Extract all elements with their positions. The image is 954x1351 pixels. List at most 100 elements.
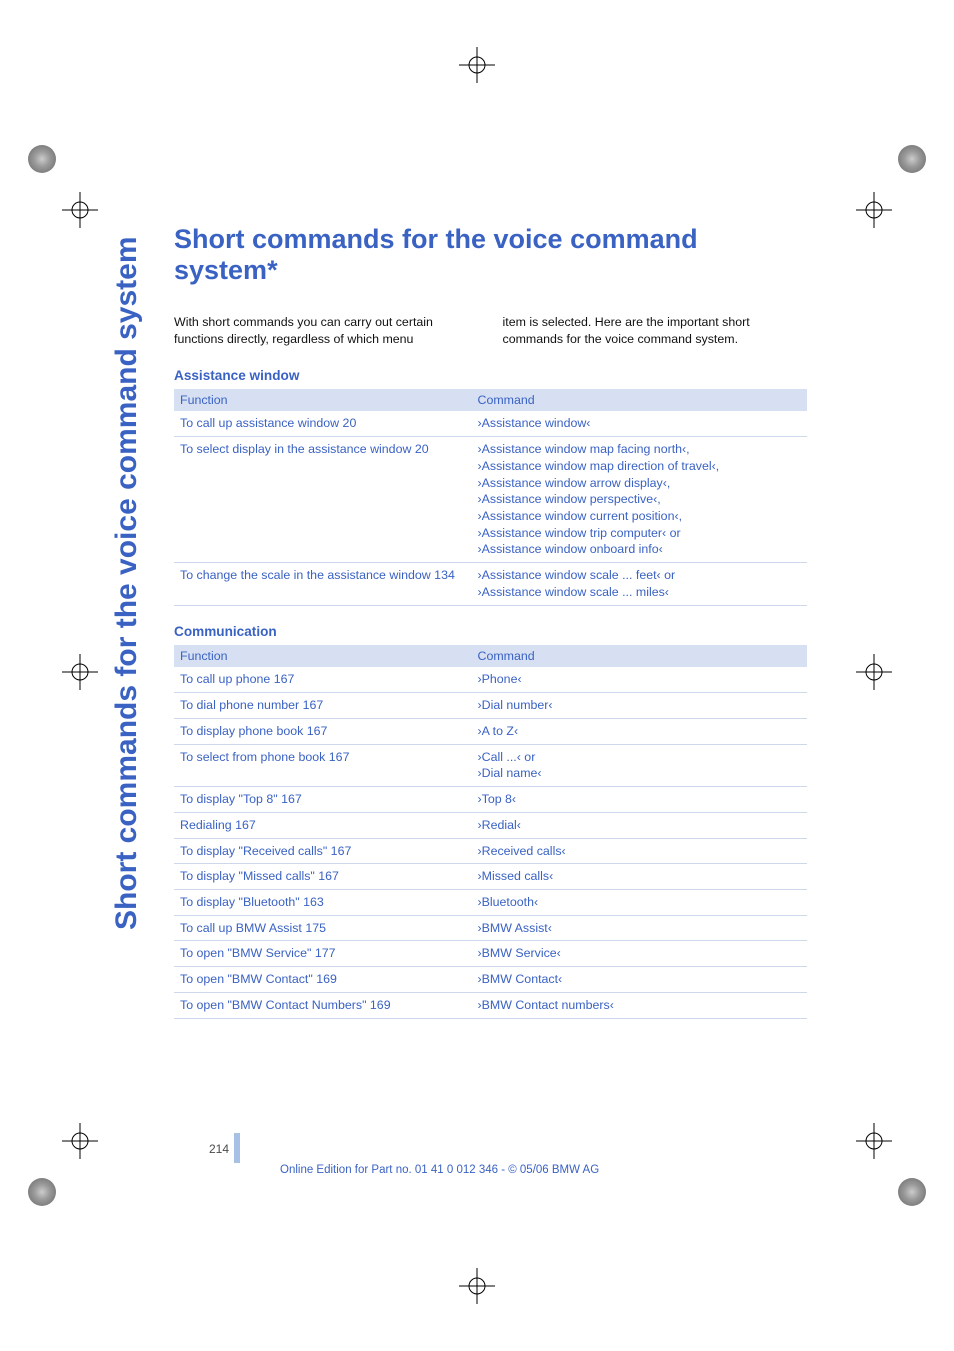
page-ref-link[interactable]: 167 bbox=[318, 869, 339, 883]
page-ref-link[interactable]: 167 bbox=[303, 698, 324, 712]
th-function: Function bbox=[174, 645, 472, 668]
section-communication: Communication Function Command To call u… bbox=[174, 624, 807, 1019]
command-text: ›BMW Service‹ bbox=[478, 946, 561, 960]
page-ref-link[interactable]: 20 bbox=[343, 416, 357, 430]
table-row: To display "Top 8" 167›Top 8‹ bbox=[174, 787, 807, 813]
crop-corner-icon bbox=[28, 1178, 56, 1206]
command-text: ›Assistance window trip computer‹ or bbox=[478, 526, 681, 540]
crop-corner-icon bbox=[898, 1178, 926, 1206]
command-text: ›Redial‹ bbox=[478, 818, 521, 832]
registration-mark-icon bbox=[459, 1268, 495, 1304]
cell-function: To dial phone number 167 bbox=[174, 693, 472, 719]
cell-command: ›Assistance window scale ... feet‹ or ›As… bbox=[472, 563, 808, 605]
function-text: To display phone book bbox=[180, 724, 307, 738]
cell-function: To display "Bluetooth" 163 bbox=[174, 889, 472, 915]
function-text: To display "Missed calls" bbox=[180, 869, 318, 883]
command-text: ›Assistance window map direction of trav… bbox=[478, 459, 720, 473]
heading-communication: Communication bbox=[174, 624, 807, 639]
table-row: To open "BMW Contact Numbers" 169›BMW Co… bbox=[174, 992, 807, 1018]
function-text: To call up BMW Assist bbox=[180, 921, 305, 935]
command-text: ›Assistance window perspective‹, bbox=[478, 492, 661, 506]
command-text: ›Assistance window‹ bbox=[478, 416, 591, 430]
command-text: ›Call ...‹ or bbox=[478, 750, 536, 764]
footer-text: Online Edition for Part no. 01 41 0 012 … bbox=[280, 1164, 599, 1176]
cell-command: ›Call ...‹ or ›Dial name‹ bbox=[472, 744, 808, 786]
function-text: To dial phone number bbox=[180, 698, 303, 712]
section-assistance: Assistance window Function Command To ca… bbox=[174, 368, 807, 606]
function-text: To change the scale in the assistance wi… bbox=[180, 568, 434, 582]
table-row: To open "BMW Service" 177 ›BMW Service‹ bbox=[174, 941, 807, 967]
registration-mark-icon bbox=[856, 1123, 892, 1159]
page-title: Short commands for the voice command sys… bbox=[174, 224, 807, 286]
cell-command: ›BMW Contact‹ bbox=[472, 967, 808, 993]
cell-function: To display "Received calls" 167 bbox=[174, 838, 472, 864]
crop-corner-icon bbox=[898, 145, 926, 173]
side-tab-text: Short commands for the voice command sys… bbox=[110, 230, 144, 930]
function-text: To display "Bluetooth" bbox=[180, 895, 303, 909]
function-text: To call up phone bbox=[180, 672, 274, 686]
cell-command: ›Bluetooth‹ bbox=[472, 889, 808, 915]
table-row: To call up phone 167 ›Phone‹ bbox=[174, 667, 807, 692]
cell-command: ›Received calls‹ bbox=[472, 838, 808, 864]
registration-mark-icon bbox=[62, 192, 98, 228]
page-ref-link[interactable]: 167 bbox=[307, 724, 328, 738]
table-row: To display "Bluetooth" 163 ›Bluetooth‹ bbox=[174, 889, 807, 915]
function-text: To call up assistance window bbox=[180, 416, 343, 430]
page-ref-link[interactable]: 167 bbox=[331, 844, 352, 858]
cell-command: ›A to Z‹ bbox=[472, 718, 808, 744]
command-text: ›A to Z‹ bbox=[478, 724, 519, 738]
cell-command: ›Missed calls‹ bbox=[472, 864, 808, 890]
cell-function: To display phone book 167 bbox=[174, 718, 472, 744]
page-ref-link[interactable]: 177 bbox=[315, 946, 336, 960]
function-text: Redialing bbox=[180, 818, 235, 832]
page-ref-link[interactable]: 167 bbox=[281, 792, 302, 806]
command-text: ›Assistance window scale ... miles‹ bbox=[478, 585, 669, 599]
page-ref-link[interactable]: 163 bbox=[303, 895, 324, 909]
function-text: To select from phone book bbox=[180, 750, 329, 764]
table-row: To display "Received calls" 167›Received… bbox=[174, 838, 807, 864]
cell-command: ›Redial‹ bbox=[472, 812, 808, 838]
th-function: Function bbox=[174, 389, 472, 412]
page-ref-link[interactable]: 167 bbox=[274, 672, 295, 686]
page-number: 214 bbox=[209, 1142, 229, 1156]
content-area: Short commands for the voice command sys… bbox=[174, 224, 807, 1037]
command-text: ›Assistance window current position‹, bbox=[478, 509, 683, 523]
command-text: ›Assistance window scale ... feet‹ or bbox=[478, 568, 676, 582]
command-text: ›Assistance window arrow display‹, bbox=[478, 476, 671, 490]
cell-function: To select display in the assistance wind… bbox=[174, 437, 472, 563]
table-row: To dial phone number 167›Dial number‹ bbox=[174, 693, 807, 719]
intro-right: item is selected. Here are the important… bbox=[491, 314, 808, 347]
function-text: To select display in the assistance wind… bbox=[180, 442, 415, 456]
cell-command: ›Assistance window‹ bbox=[472, 411, 808, 436]
intro-left: With short commands you can carry out ce… bbox=[174, 314, 491, 347]
registration-mark-icon bbox=[856, 192, 892, 228]
cell-function: To open "BMW Service" 177 bbox=[174, 941, 472, 967]
command-text: ›Phone‹ bbox=[478, 672, 522, 686]
command-text: ›Assistance window onboard info‹ bbox=[478, 542, 663, 556]
page-ref-link[interactable]: 134 bbox=[434, 568, 455, 582]
command-text: ›Dial name‹ bbox=[478, 766, 542, 780]
page-ref-link[interactable]: 175 bbox=[305, 921, 326, 935]
page-ref-link[interactable]: 169 bbox=[316, 972, 337, 986]
table-row: To change the scale in the assistance wi… bbox=[174, 563, 807, 605]
table-row: To open "BMW Contact" 169›BMW Contact‹ bbox=[174, 967, 807, 993]
command-text: ›BMW Contact‹ bbox=[478, 972, 563, 986]
page-ref-link[interactable]: 20 bbox=[415, 442, 429, 456]
cell-function: To select from phone book 167 bbox=[174, 744, 472, 786]
page-ref-link[interactable]: 169 bbox=[370, 998, 391, 1012]
page-ref-link[interactable]: 167 bbox=[235, 818, 256, 832]
cell-function: Redialing 167 bbox=[174, 812, 472, 838]
command-text: ›BMW Assist‹ bbox=[478, 921, 552, 935]
function-text: To open "BMW Service" bbox=[180, 946, 315, 960]
registration-mark-icon bbox=[459, 47, 495, 83]
table-row: To display phone book 167 ›A to Z‹ bbox=[174, 718, 807, 744]
command-text: ›Bluetooth‹ bbox=[478, 895, 539, 909]
table-row: To display "Missed calls" 167 ›Missed cal… bbox=[174, 864, 807, 890]
cell-function: To open "BMW Contact Numbers" 169 bbox=[174, 992, 472, 1018]
table-row: To call up assistance window 20 ›Assistan… bbox=[174, 411, 807, 436]
page-ref-link[interactable]: 167 bbox=[329, 750, 350, 764]
heading-assistance: Assistance window bbox=[174, 368, 807, 383]
registration-mark-icon bbox=[62, 654, 98, 690]
command-text: ›Missed calls‹ bbox=[478, 869, 554, 883]
cell-function: To change the scale in the assistance wi… bbox=[174, 563, 472, 605]
